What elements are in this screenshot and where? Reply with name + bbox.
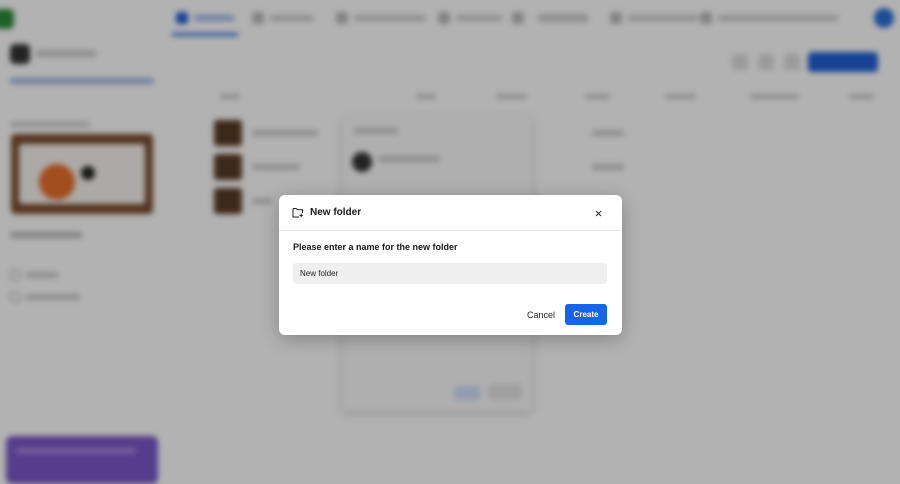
create-button[interactable]: Create xyxy=(565,304,607,325)
folder-name-input[interactable] xyxy=(293,263,607,284)
close-button[interactable] xyxy=(591,206,605,220)
cancel-button[interactable]: Cancel xyxy=(520,304,562,325)
dialog-prompt: Please enter a name for the new folder xyxy=(293,242,458,252)
close-icon xyxy=(595,210,601,216)
dialog-title: New folder xyxy=(310,207,362,218)
dialog-header: New folder xyxy=(279,195,622,231)
new-folder-dialog: New folder Please enter a name for the n… xyxy=(279,195,622,335)
folder-plus-icon xyxy=(292,208,303,218)
